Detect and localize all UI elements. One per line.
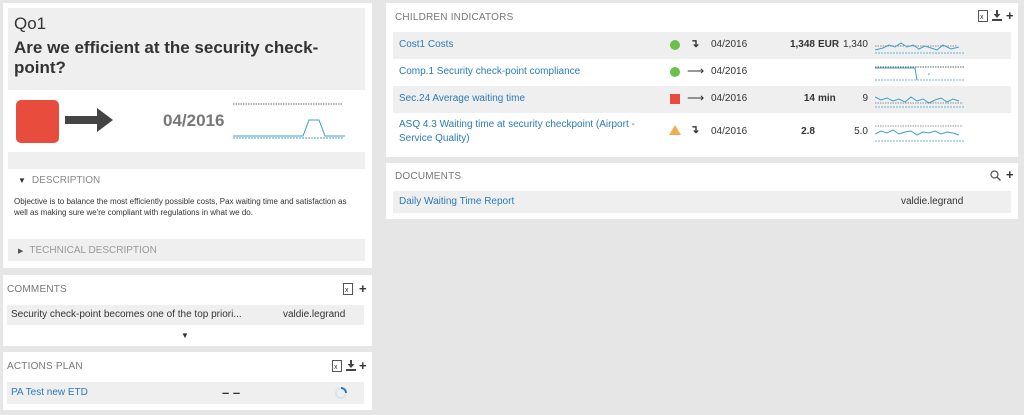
comments-panel: COMMENTS x + Security check-point become… xyxy=(3,275,372,346)
comment-row[interactable]: Security check-point becomes one of the … xyxy=(7,305,364,325)
green-status-dot xyxy=(670,67,680,77)
objective-date: 04/2016 xyxy=(163,111,225,130)
objective-panel: Qo1 Are we efficient at the security che… xyxy=(3,3,372,268)
green-status-dot xyxy=(670,40,680,50)
indicator-row[interactable]: ASQ 4.3 Waiting time at security checkpo… xyxy=(393,113,1011,151)
red-status-square xyxy=(670,94,680,104)
technical-description-toggle[interactable]: ▶ TECHNICAL DESCRIPTION xyxy=(18,245,157,256)
objective-header: Qo1 Are we efficient at the security che… xyxy=(8,8,365,90)
svg-text:x: x xyxy=(980,14,984,21)
add-indicator-icon[interactable]: + xyxy=(1006,8,1014,23)
indicator-name-line1: ASQ 4.3 Waiting time at security checkpo… xyxy=(399,119,635,130)
comment-author: valdie.legrand xyxy=(283,309,346,320)
indicator-target: 9 xyxy=(862,93,868,104)
right-arrow-icon: ⟶ xyxy=(687,64,705,78)
indicator-target: 1,340 xyxy=(842,39,868,50)
document-name-link[interactable]: Daily Waiting Time Report xyxy=(399,196,514,207)
children-indicators-header: CHILDREN INDICATORS xyxy=(395,12,514,23)
indicator-value: 14 xyxy=(803,93,815,104)
indicator-unit: EUR xyxy=(818,39,840,50)
download-icon[interactable] xyxy=(346,360,356,371)
indicator-row[interactable]: Comp.1 Security check-point compliance ⟶… xyxy=(393,59,1011,86)
right-arrow-icon xyxy=(65,108,113,132)
download-icon[interactable] xyxy=(992,10,1002,21)
indicator-name-line2: Service Quality) xyxy=(399,133,470,144)
objective-code: Qo1 xyxy=(14,14,47,33)
actions-plan-panel: ACTIONS PLAN x + PA Test new ETD – – xyxy=(3,352,372,410)
indicator-sparkline xyxy=(875,125,965,142)
search-icon[interactable] xyxy=(990,170,1001,181)
add-comment-icon[interactable]: + xyxy=(359,281,367,296)
down-arrow-icon: ↴ xyxy=(690,38,700,50)
progress-spinner-icon xyxy=(335,387,347,399)
indicator-unit: min xyxy=(818,93,836,104)
actions-plan-header: ACTIONS PLAN xyxy=(7,361,83,372)
indicator-value: 2.8 xyxy=(801,126,815,137)
document-row[interactable]: Daily Waiting Time Report valdie.legrand xyxy=(393,191,1011,213)
add-action-icon[interactable]: + xyxy=(359,358,367,373)
status-indicator xyxy=(16,100,59,143)
action-value: – – xyxy=(222,385,241,400)
action-name-link[interactable]: PA Test new ETD xyxy=(11,387,88,398)
documents-panel: DOCUMENTS + Daily Waiting Time Report va… xyxy=(386,163,1018,219)
svg-text:x: x xyxy=(345,287,349,294)
description-text: Objective is to balance the most efficie… xyxy=(14,197,347,217)
comment-text: Security check-point becomes one of the … xyxy=(11,309,242,320)
right-arrow-icon: ⟶ xyxy=(687,91,705,105)
children-indicators-panel: CHILDREN INDICATORS x + Cost1 Costs ↴ 04… xyxy=(386,3,1018,157)
excel-export-icon[interactable]: x xyxy=(332,360,342,372)
indicator-row[interactable]: Sec.24 Average waiting time ⟶ 04/2016 14… xyxy=(393,86,1011,113)
svg-text:x: x xyxy=(334,364,338,371)
indicator-name-link[interactable]: ASQ 4.3 Waiting time at security checkpo… xyxy=(399,118,635,146)
indicator-sparkline xyxy=(875,96,965,108)
indicator-date: 04/2016 xyxy=(711,93,748,104)
separator-bar xyxy=(8,152,365,169)
technical-description-label: TECHNICAL DESCRIPTION xyxy=(29,245,157,256)
caret-down-icon: ▼ xyxy=(18,176,26,185)
indicator-name-link[interactable]: Cost1 Costs xyxy=(399,38,453,52)
description-toggle[interactable]: ▼ DESCRIPTION xyxy=(18,175,100,186)
excel-export-icon[interactable]: x xyxy=(343,283,353,295)
description-label: DESCRIPTION xyxy=(31,175,101,186)
indicator-date: 04/2016 xyxy=(711,66,748,77)
comments-header: COMMENTS xyxy=(7,284,67,295)
documents-header: DOCUMENTS xyxy=(395,171,462,182)
objective-trend-chart xyxy=(233,103,345,139)
caret-right-icon: ▶ xyxy=(18,248,24,255)
indicator-date: 04/2016 xyxy=(711,126,748,137)
indicator-name-link[interactable]: Comp.1 Security check-point compliance xyxy=(399,65,580,79)
indicator-date: 04/2016 xyxy=(711,39,748,50)
indicator-name-link[interactable]: Sec.24 Average waiting time xyxy=(399,92,525,106)
indicator-sparkline xyxy=(875,66,965,81)
excel-export-icon[interactable]: x xyxy=(978,10,988,22)
add-document-icon[interactable]: + xyxy=(1006,167,1014,182)
document-author: valdie.legrand xyxy=(901,196,964,207)
indicator-target: 5.0 xyxy=(854,126,868,137)
indicator-row[interactable]: Cost1 Costs ↴ 04/2016 1,348 EUR 1,340 xyxy=(393,32,1011,59)
action-row[interactable]: PA Test new ETD – – xyxy=(7,382,364,404)
down-arrow-icon: ↴ xyxy=(690,124,700,136)
indicator-sparkline xyxy=(875,42,965,54)
expand-comments-icon[interactable]: ▼ xyxy=(181,331,189,340)
indicator-value: 1,348 xyxy=(789,39,815,50)
warning-triangle-icon xyxy=(669,125,681,135)
objective-title: Are we efficient at the security check-p… xyxy=(14,38,319,77)
